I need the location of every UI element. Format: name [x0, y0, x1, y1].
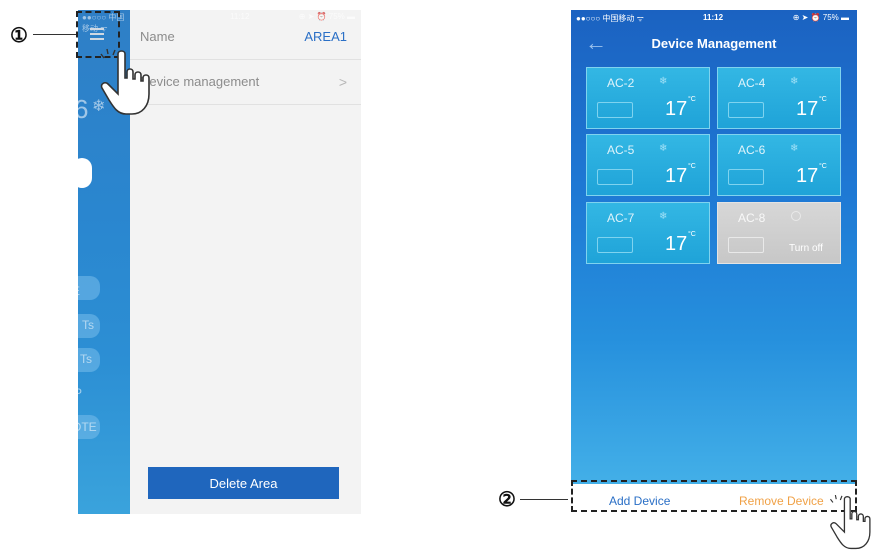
device-card[interactable]: AC-4 ❄ 17 °C — [717, 67, 841, 129]
ac-unit-icon — [728, 102, 764, 118]
power-icon — [791, 211, 801, 221]
ghost-label-e: E — [78, 284, 80, 298]
device-temperature: 17 — [796, 165, 819, 187]
device-temperature: 17 — [665, 165, 688, 187]
snowflake-icon: ❄ — [659, 76, 668, 87]
callout-number-2: ② — [498, 487, 516, 511]
power-knob — [78, 158, 92, 188]
device-temperature: 17 — [665, 233, 688, 255]
ac-unit-icon — [728, 237, 764, 253]
highlight-box-actions — [571, 480, 857, 512]
pointing-hand-icon — [100, 48, 150, 115]
ghost-label-ote: OTE — [78, 420, 97, 434]
callout-number-1: ① — [10, 23, 28, 47]
temperature-unit: °C — [819, 163, 827, 170]
device-card[interactable]: AC-2 ❄ 17 °C — [586, 67, 710, 129]
device-name: AC-2 — [607, 76, 635, 90]
device-temperature: 17 — [796, 98, 819, 120]
ghost-label-ts1: Ts — [82, 318, 94, 332]
menu-row-device-management[interactable]: Device management > — [130, 60, 361, 105]
ghost-temperature: 6 — [78, 94, 89, 124]
status-time: 11:12 — [703, 13, 724, 22]
callout-line-1 — [33, 34, 78, 35]
device-name: AC-7 — [607, 211, 635, 225]
status-indicators: ⊕ ➤ ⏰ 75% ▬ — [792, 13, 849, 22]
status-carrier: ●●○○○ 中国移动 ᯤ — [576, 14, 644, 23]
device-status: Turn off — [789, 243, 823, 254]
ghost-label-p: P — [78, 386, 83, 400]
menu-row-name[interactable]: Name AREA1 — [130, 15, 361, 60]
status-bar: ●●○○○ 中国移动 ᯤ 11:12 ⊕ ➤ ⏰ 75% ▬ — [571, 10, 857, 26]
device-card-off[interactable]: AC-8 Turn off — [717, 202, 841, 264]
device-temperature: 17 — [665, 98, 688, 120]
device-card[interactable]: AC-7 ❄ 17 °C — [586, 202, 710, 264]
ac-unit-icon — [597, 237, 633, 253]
device-name: AC-4 — [738, 76, 766, 90]
device-management-label: Device management — [140, 74, 260, 89]
right-phone-screen: ●●○○○ 中国移动 ᯤ 11:12 ⊕ ➤ ⏰ 75% ▬ ← Device … — [571, 10, 857, 515]
device-name: AC-5 — [607, 143, 635, 157]
delete-area-button[interactable]: Delete Area — [148, 467, 339, 499]
temperature-unit: °C — [688, 231, 696, 238]
ghost-pill — [78, 276, 100, 300]
temperature-unit: °C — [688, 163, 696, 170]
snowflake-icon: ❄ — [790, 143, 799, 154]
temperature-unit: °C — [819, 96, 827, 103]
ac-unit-icon — [597, 169, 633, 185]
device-card[interactable]: AC-6 ❄ 17 °C — [717, 134, 841, 196]
chevron-right-icon: > — [338, 74, 347, 90]
ac-unit-icon — [597, 102, 633, 118]
page-title: Device Management — [651, 36, 777, 51]
pointing-hand-icon — [830, 494, 871, 550]
ghost-label-ts2: Ts — [80, 352, 92, 366]
device-card[interactable]: AC-5 ❄ 17 °C — [586, 134, 710, 196]
area-name-value: AREA1 — [304, 29, 347, 44]
snowflake-icon: ❄ — [790, 76, 799, 87]
device-name: AC-6 — [738, 143, 766, 157]
ac-unit-icon — [728, 169, 764, 185]
snowflake-icon: ❄ — [659, 211, 668, 222]
snowflake-icon: ❄ — [659, 143, 668, 154]
side-menu-panel: 11:12 ⊕ ➤ ⏰ 75% ▬ Name AREA1 Device mana… — [130, 10, 361, 514]
callout-line-2 — [520, 499, 568, 500]
device-name: AC-8 — [738, 211, 766, 225]
temperature-unit: °C — [688, 96, 696, 103]
